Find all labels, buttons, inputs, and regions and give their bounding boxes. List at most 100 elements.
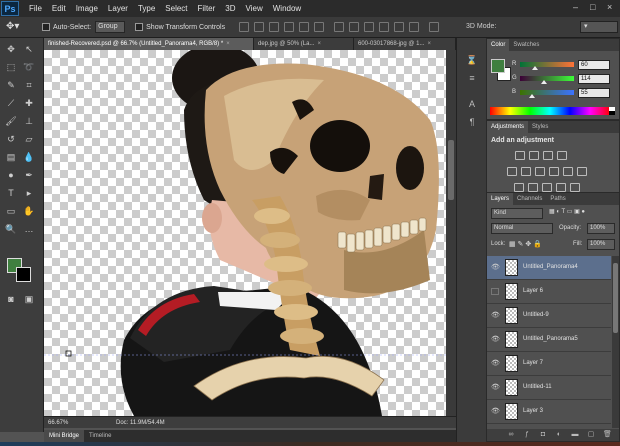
hidden-eye-box[interactable] [491,288,499,295]
maximize-icon[interactable]: □ [590,3,599,12]
crop-tool-icon[interactable]: ⌗ [22,78,36,92]
show-transform-checkbox[interactable] [135,23,144,31]
eyedropper-tool-icon[interactable]: ⟋ [4,96,18,110]
gradient-map-icon[interactable] [556,183,566,192]
move-tool-icon[interactable]: ✥ [4,42,18,56]
hue-saturation-icon[interactable] [521,167,531,176]
color-balance-icon[interactable] [535,167,545,176]
auto-align-icon[interactable] [429,22,440,32]
workspace-switcher[interactable]: ▾ [580,21,618,33]
curves-icon[interactable] [543,151,553,160]
menu-view[interactable]: View [246,4,263,13]
menu-window[interactable]: Window [273,4,301,13]
menu-3d[interactable]: 3D [225,4,235,13]
r-slider[interactable] [520,62,574,67]
eye-icon[interactable]: 👁 [491,384,500,391]
g-slider[interactable] [520,76,574,81]
tab-paths[interactable]: Paths [546,193,569,205]
distribute-right-icon[interactable] [409,22,420,32]
eye-icon[interactable]: 👁 [491,336,500,343]
clone-stamp-tool-icon[interactable]: ⊥ [22,114,36,128]
align-hcenter-icon[interactable] [299,22,310,32]
g-value[interactable]: 114 [578,74,610,84]
b-value[interactable]: 55 [578,88,610,98]
tab-dep[interactable]: dep.jpg @ 50% (La... × [254,38,354,50]
layers-scrollbar-thumb[interactable] [613,263,618,333]
mask-icon[interactable]: ◘ [539,431,547,439]
menu-layer[interactable]: Layer [108,4,128,13]
tab-channels[interactable]: Channels [513,193,546,205]
path-select-tool-icon[interactable]: ▸ [22,186,36,200]
eye-icon[interactable]: 👁 [491,312,500,319]
brush-tool-icon[interactable]: 🖌 [4,114,18,128]
layer-row[interactable]: 👁 Untitled_Panorama4 [487,256,611,280]
close-icon[interactable]: × [317,41,321,47]
edit-toolbar-icon[interactable]: … [22,222,36,236]
menu-edit[interactable]: Edit [52,4,66,13]
close-icon[interactable]: × [226,41,230,47]
fx-icon[interactable]: ƒ [523,431,531,439]
type-tool-icon[interactable]: T [4,186,18,200]
align-bottom-icon[interactable] [269,22,280,32]
eraser-tool-icon[interactable]: ▱ [22,132,36,146]
selective-color-icon[interactable] [570,183,580,192]
character-icon[interactable]: A [466,98,478,110]
eye-icon[interactable]: 👁 [491,360,500,367]
distribute-left-icon[interactable] [379,22,390,32]
photo-filter-icon[interactable] [563,167,573,176]
tab-finished-recovered[interactable]: finished-Recovered.psd @ 66.7% (Untitled… [44,38,254,50]
blend-mode-select[interactable]: Normal [491,223,553,234]
auto-select-target-select[interactable]: Group [95,21,126,33]
tab-styles[interactable]: Styles [528,121,552,133]
shape-tool-icon[interactable]: ▭ [4,204,18,218]
layer-row[interactable]: 👁 Layer 7 [487,352,611,376]
invert-icon[interactable] [514,183,524,192]
quick-select-tool-icon[interactable]: ✎ [4,78,18,92]
doc-size[interactable]: Doc: 11.9M/54.4M [116,420,165,426]
move-tool-preset-icon[interactable]: ✥▾ [6,19,32,35]
vibrance-icon[interactable] [507,167,517,176]
threshold-icon[interactable] [542,183,552,192]
opacity-field[interactable]: 100% [587,223,615,234]
color-spectrum[interactable] [490,107,610,115]
align-vcenter-icon[interactable] [254,22,265,32]
minimize-icon[interactable]: – [573,3,582,12]
tab-layers[interactable]: Layers [487,193,514,205]
eye-icon[interactable]: 👁 [491,408,500,415]
black-white-icon[interactable] [549,167,559,176]
pen-tool-icon[interactable]: ✒ [22,168,36,182]
align-top-icon[interactable] [239,22,250,32]
distribute-bottom-icon[interactable] [364,22,375,32]
new-layer-icon[interactable]: ▢ [587,431,595,439]
trash-icon[interactable]: 🗑 [603,431,612,439]
fill-field[interactable]: 100% [587,239,615,250]
artboard-tool-icon[interactable]: ↖ [22,42,36,56]
distribute-top-icon[interactable] [334,22,345,32]
zoom-field[interactable]: 66.67% [48,420,76,426]
align-left-icon[interactable] [284,22,295,32]
menu-type[interactable]: Type [138,4,155,13]
color-foreground-swatch[interactable] [491,59,505,73]
layer-filter-icons[interactable]: ▦ ◐ T ▭ ▣ ● [547,208,615,219]
canvas-scrollbar[interactable] [446,50,456,416]
auto-select-checkbox[interactable] [42,23,50,31]
tab-600[interactable]: 600-03017868-jpg @ 1... × [354,38,456,50]
link-icon[interactable]: ∞ [507,431,515,439]
black-white-swatch[interactable] [609,107,615,115]
screen-mode-icon[interactable]: ▣ [22,292,36,306]
blur-tool-icon[interactable]: 💧 [22,150,36,164]
layer-row[interactable]: 👁 Untitled-11 [487,376,611,400]
posterize-icon[interactable] [528,183,538,192]
background-color-swatch[interactable] [16,267,31,282]
b-slider-thumb[interactable] [529,94,535,98]
zoom-tool-icon[interactable]: 🔍 [4,222,18,236]
distribute-hcenter-icon[interactable] [394,22,405,32]
group-folder-icon[interactable]: ▬ [571,431,579,439]
align-right-icon[interactable] [314,22,325,32]
menu-select[interactable]: Select [165,4,187,13]
g-slider-thumb[interactable] [541,80,547,84]
levels-icon[interactable] [529,151,539,160]
quick-mask-icon[interactable]: ◙ [4,292,18,306]
lasso-tool-icon[interactable]: ➰ [22,60,36,74]
tab-color[interactable]: Color [487,39,510,51]
